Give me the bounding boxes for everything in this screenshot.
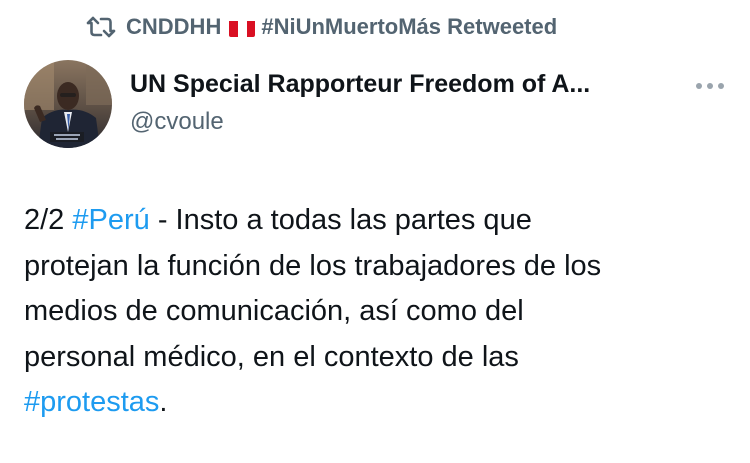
retweeted-label: Retweeted: [447, 14, 558, 39]
peru-flag-icon: [229, 19, 256, 37]
hashtag-link-protestas[interactable]: #protestas: [24, 386, 159, 418]
tweet-text-segment: personal médico, en el contexto de las: [24, 340, 519, 373]
author-handle[interactable]: @cvoule: [130, 108, 224, 136]
retweeter-name[interactable]: CNDDHH: [126, 14, 221, 40]
retweet-context[interactable]: CNDDHH #NiUnMuertoMás Retweeted: [86, 10, 557, 44]
more-options-button[interactable]: [690, 70, 730, 102]
retweeter-hashtag[interactable]: #NiUnMuertoMás: [261, 14, 441, 40]
author-display-name[interactable]: UN Special Rapporteur Freedom of A...: [130, 70, 675, 99]
hashtag-link-peru[interactable]: #Perú: [72, 204, 149, 236]
avatar[interactable]: [24, 60, 112, 148]
tweet-text-segment: medios de comunicación, así como del: [24, 295, 524, 327]
retweet-icon: [86, 15, 116, 39]
tweet-text-segment: - Insto a todas las partes que: [149, 204, 532, 236]
tweet-text-segment: 2/2: [24, 204, 73, 236]
tweet-text-segment: .: [159, 386, 168, 418]
more-horizontal-icon: [696, 83, 724, 89]
tweet-text: 2/2 #Perú - Insto a todas las partes que…: [24, 198, 724, 426]
tweet-text-segment: protejan la función de los trabajadores …: [24, 249, 602, 282]
